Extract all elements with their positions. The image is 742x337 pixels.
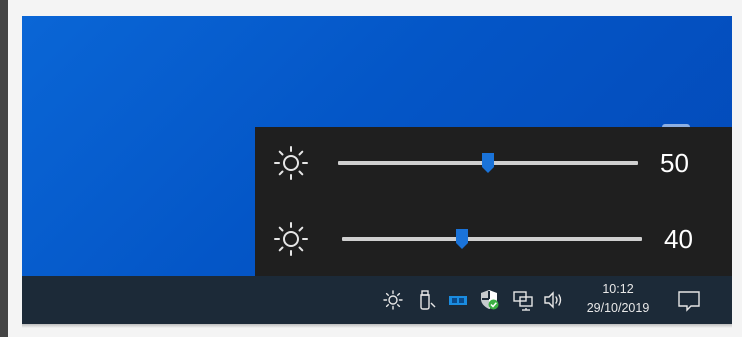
taskbar-clock[interactable]: 10:12 29/10/2019 [576, 280, 660, 318]
volume-icon[interactable] [543, 289, 565, 311]
sun-icon [274, 222, 308, 256]
action-center-icon[interactable] [676, 288, 702, 314]
network-icon[interactable] [512, 289, 534, 311]
usb-drive-icon[interactable] [416, 289, 438, 311]
brightness-slider-thumb[interactable] [455, 228, 469, 250]
sun-icon [274, 146, 308, 180]
brightness-slider-thumb[interactable] [481, 152, 495, 174]
clock-time: 10:12 [602, 282, 634, 296]
window-shadow [22, 324, 732, 328]
monitor-2-row: 40 [255, 219, 732, 259]
screenshot-frame: 50 40 10:12 29/10/2019 [0, 0, 742, 337]
clock-date: 29/10/2019 [586, 301, 650, 315]
windows-security-icon[interactable] [478, 289, 500, 311]
brightness-slider-track[interactable] [342, 237, 642, 241]
app-tray-icon[interactable] [447, 289, 469, 311]
brightness-value: 50 [660, 148, 689, 178]
window-edge [0, 0, 8, 337]
monitor-1-row: 50 [255, 143, 732, 183]
brightness-flyout: 50 40 [255, 127, 732, 277]
taskbar: 10:12 29/10/2019 [22, 276, 732, 324]
brightness-icon[interactable] [382, 289, 404, 311]
brightness-value: 40 [664, 224, 693, 254]
